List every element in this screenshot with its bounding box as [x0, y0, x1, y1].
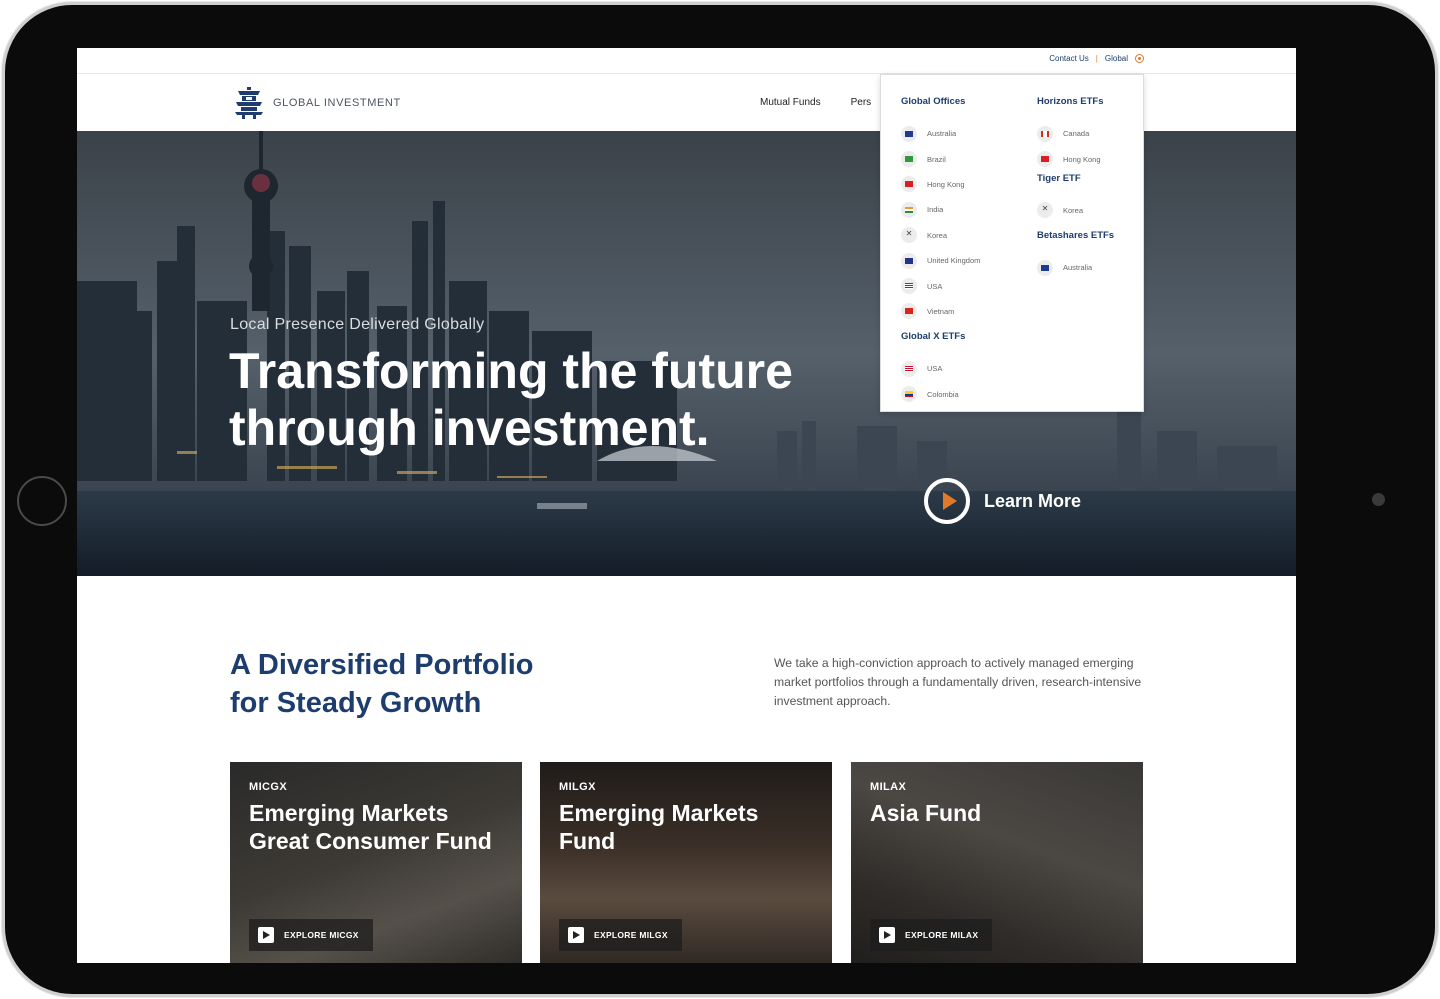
website-screen: Contact Us | Global GLOBAL INVESTMENT Mu… [77, 48, 1296, 963]
group-heading-horizons-etfs: Horizons ETFs [1037, 96, 1104, 107]
group-heading-global-offices: Global Offices [901, 96, 966, 107]
group-heading-betashares-etfs: Betashares ETFs [1037, 230, 1115, 242]
menu-item-korea[interactable]: ✕ Korea [901, 223, 980, 248]
australia-flag-icon [901, 125, 917, 142]
play-icon [568, 927, 584, 943]
menu-item-canada[interactable]: Canada [1037, 121, 1114, 146]
dropdown-column-left: Global Offices Australia Brazil Hong Kon… [901, 95, 980, 407]
fund-card-micgx[interactable]: MICGX Emerging Markets Great Consumer Fu… [230, 762, 522, 963]
region-dropdown-menu: Global Offices Australia Brazil Hong Kon… [880, 74, 1144, 412]
brand-name: GLOBAL INVESTMENT [273, 97, 401, 109]
contact-us-link[interactable]: Contact Us [1049, 54, 1089, 63]
globe-icon[interactable] [1135, 54, 1144, 63]
menu-item-label: USA [927, 281, 943, 291]
tablet-frame: Contact Us | Global GLOBAL INVESTMENT Mu… [0, 0, 1440, 999]
menu-item-hong-kong[interactable]: Hong Kong [901, 172, 980, 197]
uk-flag-icon [901, 252, 917, 269]
explore-milax-button[interactable]: EXPLORE MILAX [870, 919, 993, 951]
dropdown-column-right: Horizons ETFs Canada Hong Kong Tiger ETF… [1037, 95, 1114, 281]
play-icon [258, 927, 274, 943]
fund-card-milax[interactable]: MILAX Asia Fund EXPLORE MILAX [851, 762, 1143, 963]
brazil-flag-icon [901, 151, 917, 168]
utility-separator: | [1095, 54, 1098, 63]
menu-item-label: USA [927, 364, 943, 374]
hero-title: Transforming the future through investme… [229, 343, 793, 456]
learn-more-label: Learn More [984, 490, 1082, 511]
menu-item-united-kingdom[interactable]: United Kingdom [901, 248, 980, 273]
menu-item-label: Korea [1063, 205, 1084, 215]
play-icon [879, 927, 895, 943]
explore-label: EXPLORE MILAX [905, 930, 979, 940]
play-icon [924, 478, 970, 524]
menu-item-hong-kong[interactable]: Hong Kong [1037, 146, 1114, 171]
fund-card-milgx[interactable]: MILGX Emerging Markets Fund EXPLORE MILG… [540, 762, 832, 963]
learn-more-button[interactable]: Learn More [924, 478, 1081, 524]
region-selector[interactable]: Global [1105, 54, 1128, 63]
menu-item-label: Hong Kong [1063, 154, 1101, 164]
group-heading-global-x-etfs: Global X ETFs [901, 331, 966, 343]
menu-item-label: Korea [927, 230, 948, 240]
fund-ticker: MILAX [870, 781, 907, 793]
explore-micgx-button[interactable]: EXPLORE MICGX [249, 919, 373, 951]
nav-item-pers[interactable]: Pers [851, 97, 872, 108]
explore-label: EXPLORE MILGX [594, 930, 668, 940]
camera-lens [1372, 493, 1385, 506]
fund-ticker: MILGX [559, 781, 596, 793]
fund-name: Asia Fund [870, 800, 982, 826]
fund-name: Emerging Markets Great Consumer Fund [249, 800, 492, 854]
menu-item-label: United Kingdom [927, 256, 981, 266]
menu-item-label: Brazil [927, 154, 946, 164]
menu-item-label: Australia [1063, 263, 1093, 273]
menu-item-australia[interactable]: Australia [1037, 255, 1114, 280]
fund-ticker: MICGX [249, 781, 288, 793]
australia-flag-icon [1037, 259, 1053, 276]
section-description: We take a high-conviction approach to ac… [774, 656, 1142, 708]
usa-flag-icon [901, 278, 917, 295]
section-title-line-2: for Steady Growth [230, 687, 482, 719]
nav-item-mutual-funds[interactable]: Mutual Funds [760, 97, 821, 108]
logo[interactable]: GLOBAL INVESTMENT [235, 87, 401, 119]
colombia-flag-icon [901, 386, 917, 403]
menu-item-vietnam[interactable]: Vietnam [901, 299, 980, 324]
menu-item-label: Colombia [927, 389, 959, 399]
menu-item-india[interactable]: India [901, 197, 980, 222]
menu-item-label: Australia [927, 129, 957, 139]
utility-links: Contact Us | Global [1049, 54, 1144, 63]
menu-item-label: Vietnam [927, 306, 955, 316]
canada-flag-icon [1037, 125, 1053, 142]
menu-item-usa[interactable]: USA [901, 356, 980, 381]
vietnam-flag-icon [901, 303, 917, 320]
hero-kicker: Local Presence Delivered Globally [230, 316, 485, 333]
menu-item-colombia[interactable]: Colombia [901, 382, 980, 407]
korea-flag-icon: ✕ [901, 227, 917, 244]
pagoda-logo-icon [235, 87, 263, 119]
menu-item-korea[interactable]: ✕ Korea [1037, 198, 1114, 223]
menu-item-usa[interactable]: USA [901, 273, 980, 298]
main-nav: Mutual Funds Pers [760, 97, 871, 108]
korea-flag-icon: ✕ [1037, 202, 1053, 219]
home-button[interactable] [17, 476, 67, 526]
menu-item-australia[interactable]: Australia [901, 121, 980, 146]
india-flag-icon [901, 201, 917, 218]
explore-milgx-button[interactable]: EXPLORE MILGX [559, 919, 682, 951]
hong-kong-flag-icon [901, 176, 917, 193]
utility-bar: Contact Us | Global [77, 48, 1296, 74]
fund-name: Emerging Markets Fund [559, 800, 759, 854]
menu-item-label: India [927, 205, 944, 215]
menu-item-label: Hong Kong [927, 179, 965, 189]
section-title: A Diversified Portfolio for Steady Growt… [230, 646, 533, 722]
menu-item-brazil[interactable]: Brazil [901, 146, 980, 171]
hong-kong-flag-icon [1037, 151, 1053, 168]
group-heading-tiger-etf: Tiger ETF [1037, 172, 1081, 184]
explore-label: EXPLORE MICGX [284, 930, 359, 940]
usa-flag-icon [901, 360, 917, 377]
section-title-line-1: A Diversified Portfolio [230, 649, 534, 681]
menu-item-label: Canada [1063, 129, 1090, 139]
